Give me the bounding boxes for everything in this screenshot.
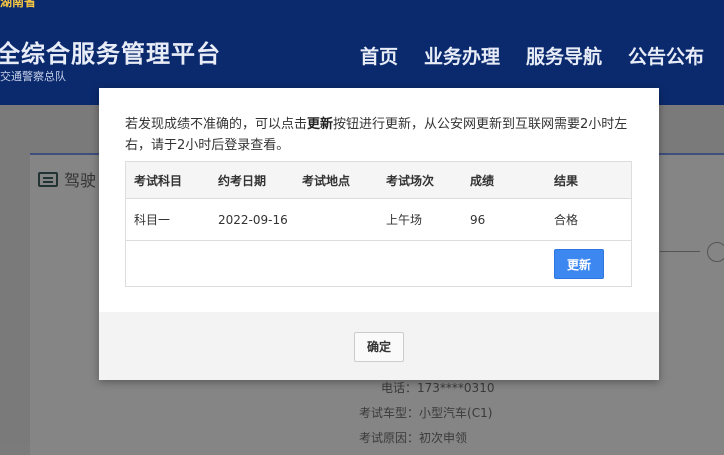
cell-result: 合格 <box>546 198 632 241</box>
region-label[interactable]: 湖南省 <box>0 0 36 8</box>
cell-session: 上午场 <box>378 198 462 241</box>
info-row: 考试原因：初次申领 <box>359 429 467 446</box>
col-subject: 考试科目 <box>125 161 210 199</box>
table-action-row: 更新 <box>126 241 632 287</box>
site-subtitle: 交通警察总队 <box>0 70 66 83</box>
info-label: 考试车型： <box>359 406 420 420</box>
main-nav: 首页 业务办理 服务导航 公告公布 <box>360 42 704 69</box>
site-title: 全综合服务管理平台 <box>0 40 221 68</box>
divider <box>660 251 700 252</box>
col-score: 成绩 <box>462 161 546 199</box>
modal-message: 若发现成绩不准确的，可以点击更新按钮进行更新，从公安网更新到互联网需要2小时左右… <box>125 114 635 156</box>
step-indicator <box>707 242 724 262</box>
col-session: 考试场次 <box>378 161 462 199</box>
info-value: 173****0310 <box>417 381 495 395</box>
nav-service-guide[interactable]: 服务导航 <box>526 42 602 69</box>
info-row: 电话：173****0310 <box>381 379 494 396</box>
info-value: 初次申领 <box>419 431 468 445</box>
col-date: 约考日期 <box>210 161 294 199</box>
info-value: 小型汽车(C1) <box>419 406 493 420</box>
cell-date: 2022-09-16 <box>210 198 294 241</box>
message-highlight: 更新 <box>307 117 334 132</box>
cell-subject: 科目一 <box>125 198 210 241</box>
confirm-button[interactable]: 确定 <box>354 332 404 362</box>
nav-business[interactable]: 业务办理 <box>424 42 500 69</box>
info-label: 电话： <box>381 381 418 395</box>
info-label: 考试原因： <box>359 431 420 445</box>
info-row: 考试车型：小型汽车(C1) <box>359 404 492 421</box>
table-header-row: 考试科目 约考日期 考试地点 考试场次 成绩 结果 <box>125 161 632 199</box>
modal-footer: 确定 <box>99 312 659 380</box>
nav-announcements[interactable]: 公告公布 <box>628 42 704 69</box>
cell-score: 96 <box>462 198 546 241</box>
col-result: 结果 <box>546 161 632 199</box>
col-location: 考试地点 <box>294 161 378 199</box>
nav-home[interactable]: 首页 <box>360 42 398 69</box>
cell-location <box>294 198 378 241</box>
update-button[interactable]: 更新 <box>554 248 604 279</box>
card-title: 驾驶 <box>38 167 96 191</box>
region-selector[interactable]: 湖南省 <box>0 0 724 12</box>
score-table: 考试科目 约考日期 考试地点 考试场次 成绩 结果 科目一 2022-09-16… <box>125 161 632 287</box>
message-prefix: 若发现成绩不准确的，可以点击 <box>125 117 308 132</box>
list-icon <box>38 171 58 187</box>
table-row: 科目一 2022-09-16 上午场 96 合格 <box>125 198 632 241</box>
card-title-text: 驾驶 <box>64 171 97 190</box>
score-modal: 若发现成绩不准确的，可以点击更新按钮进行更新，从公安网更新到互联网需要2小时左右… <box>99 88 659 380</box>
